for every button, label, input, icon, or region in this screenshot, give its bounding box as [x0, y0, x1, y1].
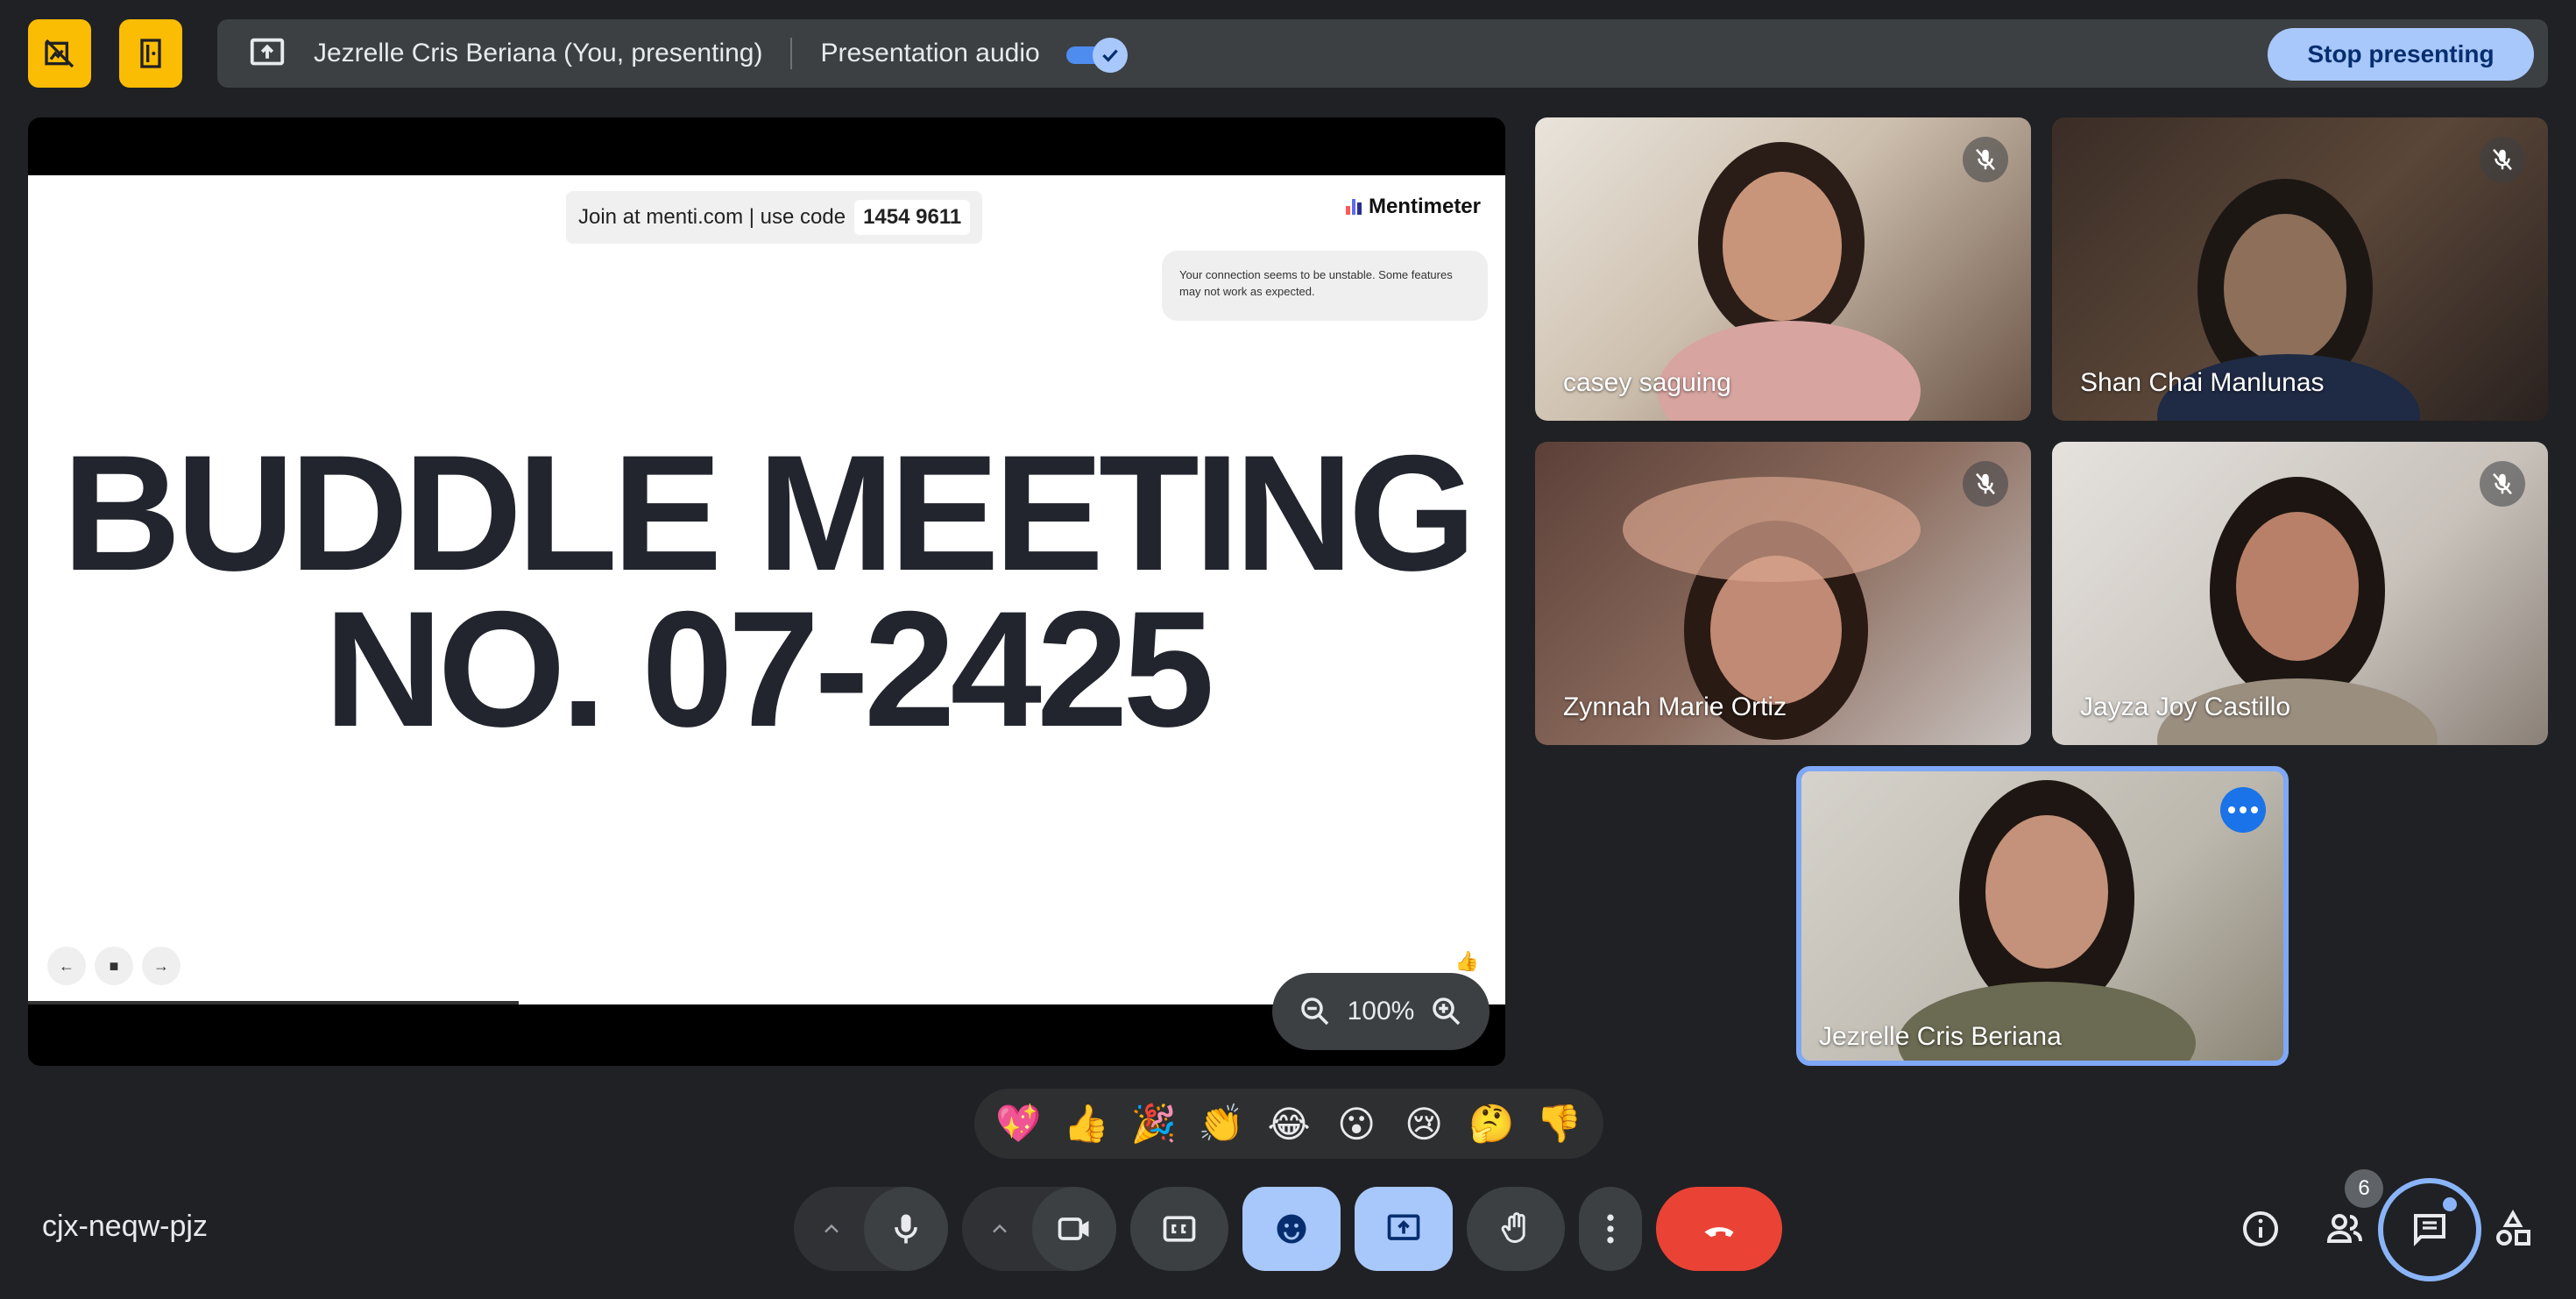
leave-call-button[interactable] — [1656, 1187, 1782, 1271]
activities-button[interactable] — [2476, 1192, 2550, 1266]
mic-icon — [895, 1214, 917, 1244]
reaction-thinking[interactable]: 🤔 — [1462, 1095, 1520, 1153]
participant-count-badge: 6 — [2345, 1169, 2383, 1208]
camera-options-chevron-icon[interactable] — [962, 1187, 1037, 1271]
thumbs-up-icon[interactable]: 👍 — [1455, 950, 1479, 973]
participant-name: Shan Chai Manlunas — [2080, 368, 2325, 397]
raise-hand-button[interactable] — [1467, 1187, 1565, 1271]
muted-mic-icon — [1963, 137, 2008, 182]
info-icon — [2243, 1211, 2278, 1246]
present-screen-icon — [250, 38, 285, 66]
muted-mic-icon — [1963, 461, 2008, 507]
present-now-button[interactable] — [1355, 1187, 1453, 1271]
zoom-in-icon[interactable] — [1428, 993, 1465, 1030]
mentimeter-logo: Mentimeter — [1345, 195, 1481, 219]
join-code: 1454 9611 — [854, 200, 971, 235]
unread-dot — [2443, 1197, 2457, 1211]
participant-tile[interactable]: casey saguing — [1535, 117, 2031, 421]
prev-slide-button[interactable]: ← — [47, 947, 86, 985]
connection-notice: Your connection seems to be unstable. So… — [1162, 251, 1488, 321]
join-text: Join at menti.com | use code — [578, 205, 846, 229]
presentation-audio-toggle[interactable] — [1065, 38, 1129, 73]
participant-name: Jayza Joy Castillo — [2080, 692, 2291, 721]
stop-presenting-button[interactable]: Stop presenting — [2268, 28, 2534, 81]
camera-off-warning-button[interactable] — [28, 19, 91, 88]
meeting-details-button[interactable] — [2224, 1192, 2297, 1266]
presenting-bar: Jezrelle Cris Beriana (You, presenting) … — [217, 19, 2548, 88]
join-banner: Join at menti.com | use code 1454 9611 — [566, 191, 983, 244]
mic-button[interactable] — [864, 1187, 948, 1271]
slide-title: BUDDLE MEETING NO. 07-2425 — [28, 421, 1505, 761]
participant-name: casey saguing — [1563, 368, 1731, 397]
reaction-clapping[interactable]: 👏 — [1192, 1095, 1250, 1153]
reactions-bar: 💖 👍 🎉 👏 😂 😮 😢 🤔 👎 — [974, 1089, 1603, 1159]
presentation-audio-label: Presentation audio — [820, 39, 1040, 67]
participant-tile[interactable]: Zynnah Marie Ortiz — [1535, 442, 2031, 745]
zoom-level: 100% — [1347, 997, 1415, 1026]
present-screen-icon — [1387, 1214, 1420, 1240]
people-icon — [2326, 1214, 2362, 1243]
mic-options-chevron-icon[interactable] — [794, 1187, 869, 1271]
closed-captions-icon — [1163, 1216, 1196, 1242]
camera-button[interactable] — [1032, 1187, 1116, 1271]
slide-navigation: ← ■ → — [47, 947, 180, 985]
next-slide-button[interactable]: → — [142, 947, 180, 985]
more-options-button[interactable] — [1579, 1187, 1642, 1271]
no-background-icon — [45, 39, 74, 68]
door-icon — [140, 39, 161, 68]
reaction-thumbs-down[interactable]: 👎 — [1530, 1095, 1588, 1153]
slide-progress — [28, 1001, 519, 1004]
presenter-label: Jezrelle Cris Beriana (You, presenting) — [314, 39, 763, 67]
self-view-tile[interactable]: Jezrelle Cris Beriana — [1796, 766, 2289, 1066]
reaction-crying[interactable]: 😢 — [1395, 1095, 1453, 1153]
reaction-thumbs-up[interactable]: 👍 — [1058, 1095, 1115, 1153]
zoom-out-icon[interactable] — [1297, 993, 1334, 1030]
hand-icon — [1501, 1212, 1525, 1243]
chat-button[interactable] — [2378, 1178, 2481, 1281]
participant-tile[interactable]: Shan Chai Manlunas — [2052, 117, 2548, 421]
shapes-icon — [2496, 1209, 2530, 1246]
chat-icon — [2414, 1214, 2445, 1246]
brand-name: Mentimeter — [1368, 195, 1481, 218]
divider — [790, 38, 793, 69]
captions-button[interactable] — [1130, 1187, 1228, 1271]
reaction-laughing[interactable]: 😂 — [1260, 1095, 1318, 1153]
slide: Join at menti.com | use code 1454 9611 M… — [28, 175, 1505, 1004]
muted-mic-icon — [2480, 461, 2525, 507]
end-call-icon — [1704, 1227, 1734, 1238]
slides-menu-button[interactable]: ■ — [95, 947, 133, 985]
muted-mic-icon — [2480, 137, 2525, 182]
video-camera-icon — [1058, 1217, 1089, 1240]
reaction-sparkling-heart[interactable]: 💖 — [990, 1095, 1048, 1153]
participant-tile[interactable]: Jayza Joy Castillo — [2052, 442, 2548, 745]
check-icon — [1092, 38, 1128, 73]
presentation-stage: Join at menti.com | use code 1454 9611 M… — [28, 117, 1505, 1066]
reaction-party-popper[interactable]: 🎉 — [1125, 1095, 1183, 1153]
more-options-icon[interactable] — [2220, 787, 2266, 833]
companion-mode-button[interactable] — [119, 19, 182, 88]
meet-window: Jezrelle Cris Beriana (You, presenting) … — [0, 0, 2576, 1299]
slide-title-line2: NO. 07-2425 — [323, 577, 1214, 761]
participant-name: Jezrelle Cris Beriana — [1819, 1022, 2062, 1051]
reaction-surprised[interactable]: 😮 — [1327, 1095, 1385, 1153]
zoom-control: 100% — [1272, 973, 1490, 1050]
participant-name: Zynnah Marie Ortiz — [1563, 692, 1787, 721]
more-vert-icon — [1607, 1214, 1614, 1244]
emoji-icon — [1277, 1214, 1306, 1244]
slide-title-line1: BUDDLE MEETING — [62, 421, 1476, 605]
reactions-button[interactable] — [1242, 1187, 1341, 1271]
mentimeter-bars-icon — [1345, 199, 1362, 215]
meeting-code: cjx-neqw-pjz — [42, 1210, 208, 1243]
